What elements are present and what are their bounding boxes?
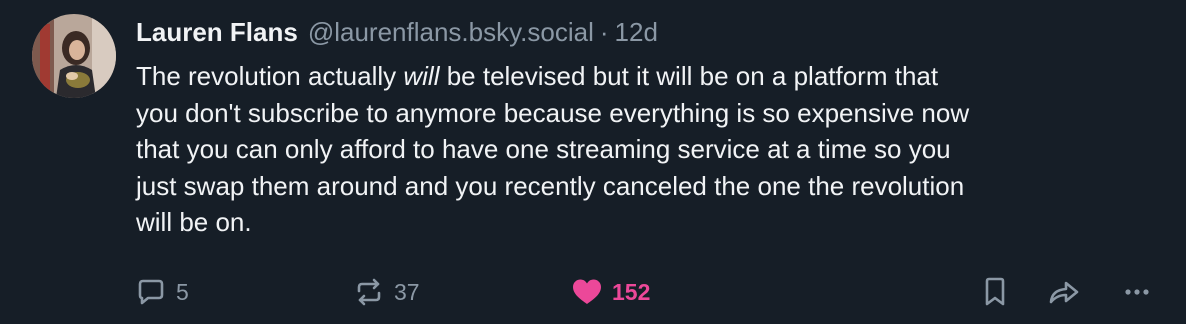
like-button[interactable]: 152	[570, 270, 650, 314]
post-text-line: that you can only afford to have one str…	[136, 134, 951, 164]
post-text-line: The revolution actually will be televise…	[136, 58, 1176, 95]
repost-arrows-icon	[357, 278, 381, 306]
post-text-emphasis: will	[403, 61, 440, 91]
share-button[interactable]	[1046, 270, 1082, 314]
share-arrow-icon	[1049, 281, 1079, 304]
reply-count: 5	[176, 278, 189, 305]
reply-button[interactable]: 5	[134, 270, 189, 314]
repost-count: 37	[394, 278, 420, 305]
ellipsis-icon	[1125, 289, 1149, 295]
post-text-segment: The revolution actually	[136, 61, 404, 91]
post-timestamp[interactable]: 12d	[615, 17, 658, 48]
speech-bubble-icon	[138, 279, 164, 305]
post-text-segment: be televised but it will be on a platfor…	[439, 61, 939, 91]
post-header: Lauren Flans @laurenflans.bsky.social · …	[136, 14, 658, 50]
like-count: 152	[612, 278, 651, 305]
avatar-image	[32, 14, 116, 98]
repost-button[interactable]: 37	[352, 270, 420, 314]
bookmark-icon	[985, 277, 1005, 306]
separator-dot: ·	[599, 16, 609, 47]
more-options-button[interactable]	[1120, 270, 1154, 314]
post-card[interactable]: Lauren Flans @laurenflans.bsky.social · …	[0, 0, 1186, 324]
author-display-name[interactable]: Lauren Flans	[136, 17, 298, 48]
post-text-line: will be on.	[136, 207, 252, 237]
avatar[interactable]	[32, 14, 116, 98]
bookmark-button[interactable]	[978, 270, 1012, 314]
author-handle[interactable]: @laurenflans.bsky.social	[308, 17, 594, 48]
post-text-line: you don't subscribe to anymore because e…	[136, 97, 970, 128]
post-actions: 5 37 152	[132, 270, 1162, 314]
heart-icon	[573, 279, 601, 304]
post-text-line: just swap them around and you recently c…	[136, 170, 965, 201]
post-text: The revolution actually will be televise…	[136, 58, 1176, 241]
